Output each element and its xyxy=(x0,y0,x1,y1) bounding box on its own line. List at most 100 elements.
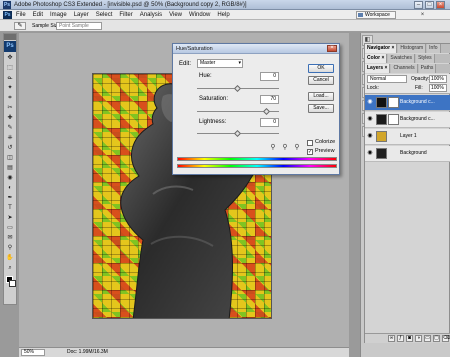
eraser-icon[interactable]: ◫ xyxy=(5,154,15,163)
layer-row[interactable]: ◉ Background c... xyxy=(365,112,450,128)
eyedropper-icon[interactable]: ⚲ xyxy=(269,144,277,152)
saturation-slider-thumb[interactable] xyxy=(262,107,270,116)
photoshop-window: Ps Adobe Photoshop CS3 Extended - [invis… xyxy=(0,0,450,357)
layers-controls: Normal Opacity: 100% Lock: Fill: 100% xyxy=(365,74,450,94)
layer-mask-thumbnail[interactable] xyxy=(388,114,399,125)
crop-icon[interactable]: ⌗ xyxy=(5,94,15,103)
workspace-menu[interactable]: Workspace xyxy=(356,11,396,19)
menu-file[interactable]: File xyxy=(16,10,26,20)
layer-row[interactable]: ◉ Background c... xyxy=(365,95,450,111)
tab-navigator[interactable]: Navigator × xyxy=(365,44,398,53)
dialog-title-bar[interactable]: Hue/Saturation × xyxy=(173,44,339,54)
tab-paths[interactable]: Paths xyxy=(418,64,437,73)
tab-swatches[interactable]: Swatches xyxy=(388,54,416,63)
folder-icon[interactable]: ▭ xyxy=(424,335,431,342)
tools-panel-header[interactable] xyxy=(4,34,16,40)
healing-icon[interactable]: ✚ xyxy=(5,114,15,123)
stamp-icon[interactable]: ⎈ xyxy=(5,134,15,143)
saturation-field[interactable]: 70 xyxy=(260,95,279,104)
tab-color[interactable]: Color × xyxy=(365,54,388,63)
eyedropper-plus-icon[interactable]: ⚲ xyxy=(281,144,289,152)
marquee-icon[interactable]: ⬚ xyxy=(5,64,15,73)
colorize-checkbox[interactable] xyxy=(307,140,313,146)
lock-label: Lock: xyxy=(367,85,379,91)
path-select-icon[interactable]: ➤ xyxy=(5,214,15,223)
new-layer-icon[interactable]: ▢ xyxy=(433,335,440,342)
layer-name: Background xyxy=(400,150,427,156)
eye-icon[interactable]: ◉ xyxy=(367,116,373,122)
layer-mask-thumbnail[interactable] xyxy=(388,97,399,108)
shape-icon[interactable]: ▭ xyxy=(5,224,15,233)
output-color-bar xyxy=(177,164,337,168)
menu-select[interactable]: Select xyxy=(96,10,113,20)
opacity-field[interactable]: 100% xyxy=(429,75,447,83)
hand-icon[interactable]: ✋ xyxy=(5,254,15,263)
eye-icon[interactable]: ◉ xyxy=(367,133,373,139)
document-close-button[interactable]: × xyxy=(418,11,427,19)
ok-button[interactable]: OK xyxy=(308,64,334,73)
magic-wand-icon[interactable]: ✦ xyxy=(5,84,15,93)
save-button[interactable]: Save... xyxy=(308,104,334,113)
menu-window[interactable]: Window xyxy=(189,10,210,20)
notes-icon[interactable]: ✉ xyxy=(5,234,15,243)
menu-edit[interactable]: Edit xyxy=(33,10,43,20)
brush-icon[interactable]: ✎ xyxy=(5,124,15,133)
zoom-field[interactable]: 50% xyxy=(21,349,45,356)
adjustment-icon[interactable]: ◑ xyxy=(415,335,422,342)
dialog-close-button[interactable]: × xyxy=(327,45,337,52)
slice-icon[interactable]: ✂ xyxy=(5,104,15,113)
maximize-button[interactable]: □ xyxy=(425,1,434,9)
eye-icon[interactable]: ◉ xyxy=(367,150,373,156)
document-size-info[interactable]: Doc: 1.99M/16.3M xyxy=(67,349,108,356)
lightness-field[interactable]: 0 xyxy=(260,118,279,127)
type-icon[interactable]: T xyxy=(5,204,15,213)
sample-size-select[interactable]: Point Sample xyxy=(56,22,102,30)
load-button[interactable]: Load... xyxy=(308,92,334,101)
close-window-button[interactable]: × xyxy=(436,1,445,9)
menu-filter[interactable]: Filter xyxy=(119,10,132,20)
window-title: Adobe Photoshop CS3 Extended - [invisibl… xyxy=(14,2,247,8)
zoom-icon[interactable]: ⌕ xyxy=(5,264,15,273)
saturation-label: Saturation: xyxy=(199,96,229,102)
hue-field[interactable]: 0 xyxy=(260,72,279,81)
tab-histogram[interactable]: Histogram xyxy=(398,44,427,53)
lasso-icon[interactable]: ᓇ xyxy=(5,74,15,83)
menu-help[interactable]: Help xyxy=(217,10,229,20)
menu-view[interactable]: View xyxy=(169,10,182,20)
menu-analysis[interactable]: Analysis xyxy=(140,10,162,20)
fill-field[interactable]: 100% xyxy=(429,84,447,92)
background-color-swatch[interactable] xyxy=(9,280,16,287)
gradient-icon[interactable]: ▤ xyxy=(5,164,15,173)
tab-info[interactable]: Info xyxy=(427,44,441,53)
history-brush-icon[interactable]: ↺ xyxy=(5,144,15,153)
layer-thumbnail xyxy=(376,131,387,142)
hue-slider-thumb[interactable] xyxy=(233,84,242,93)
pen-icon[interactable]: ✒ xyxy=(5,194,15,203)
blur-icon[interactable]: ◉ xyxy=(5,174,15,183)
eyedropper-minus-icon[interactable]: ⚲ xyxy=(293,144,301,152)
menu-layer[interactable]: Layer xyxy=(74,10,89,20)
eyedropper-icon[interactable]: ⚲ xyxy=(5,244,15,253)
blend-mode-select[interactable]: Normal xyxy=(367,75,407,83)
fx-icon[interactable]: ƒ xyxy=(397,335,404,342)
layer-row[interactable]: ◉ Background xyxy=(365,146,450,162)
layer-row[interactable]: ◉ Layer 1 xyxy=(365,129,450,145)
tab-layers[interactable]: Layers × xyxy=(365,64,391,73)
tab-styles[interactable]: Styles xyxy=(416,54,435,63)
move-icon[interactable]: ✥ xyxy=(5,54,15,63)
lightness-slider-thumb[interactable] xyxy=(233,129,242,138)
trash-icon[interactable]: ⌫ xyxy=(442,335,450,342)
edit-channel-select[interactable]: Master ▾ xyxy=(197,59,243,68)
preview-checkbox[interactable]: ✓ xyxy=(307,149,313,155)
tool-preset-picker[interactable]: ✎ xyxy=(14,22,26,30)
eye-icon[interactable]: ◉ xyxy=(367,99,373,105)
menu-image[interactable]: Image xyxy=(50,10,67,20)
app-icon: Ps xyxy=(3,1,11,9)
cancel-button[interactable]: Cancel xyxy=(308,76,334,85)
minimize-button[interactable]: – xyxy=(414,1,423,9)
dodge-icon[interactable]: ◐ xyxy=(5,184,15,193)
tab-channels[interactable]: Channels xyxy=(391,64,418,73)
layer-thumbnail xyxy=(376,97,387,108)
link-icon[interactable]: ∞ xyxy=(388,335,395,342)
mask-icon[interactable]: ◙ xyxy=(406,335,413,342)
